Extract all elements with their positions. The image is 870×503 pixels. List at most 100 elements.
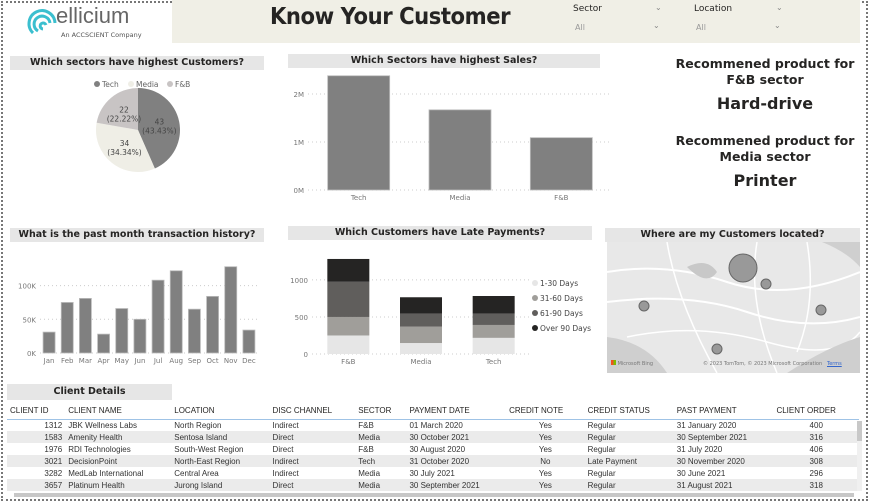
- stacked-bar-segment[interactable]: [400, 343, 442, 354]
- y-tick-label: 1000: [290, 277, 308, 285]
- column-header[interactable]: PAYMENT DATE: [406, 403, 507, 420]
- stacked-bar-segment[interactable]: [400, 297, 442, 314]
- column-header[interactable]: DISC CHANNEL: [269, 403, 356, 420]
- x-tick-label: Jun: [133, 357, 145, 365]
- table-cell: 30 August 2020: [409, 444, 466, 454]
- slice-label[interactable]: 22: [119, 105, 129, 114]
- table-title: Client Details: [7, 384, 172, 400]
- table-cell: Yes: [538, 420, 552, 430]
- stacked-bar-segment[interactable]: [472, 296, 515, 314]
- client-details-table: CLIENT ID CLIENT NAME LOCATION DISC CHANNEL…: [7, 403, 859, 491]
- stacked-bar-segment[interactable]: [472, 324, 515, 338]
- slice-label[interactable]: (43.43%): [142, 127, 177, 136]
- slice-label[interactable]: 34: [120, 139, 130, 148]
- table-cell: 30 July 2021: [409, 468, 455, 478]
- table-row[interactable]: 3657 Platinum Health Jurong Island Direct Me…: [7, 479, 859, 491]
- table-cell: 30 November 2020: [673, 455, 774, 467]
- column-header[interactable]: CLIENT ID: [7, 403, 66, 420]
- slice-label[interactable]: (22.22%): [107, 114, 142, 123]
- table-cell: 406: [809, 444, 823, 454]
- bar[interactable]: [115, 308, 129, 354]
- x-tick-label: Aug: [169, 357, 183, 365]
- table-row[interactable]: 1312 JBK Wellness Labs North Region Indirec…: [7, 419, 859, 431]
- column-header[interactable]: CLIENT NAME: [65, 403, 172, 420]
- table-row[interactable]: 1976 RDI Technologies South-West Region Dir…: [7, 443, 859, 455]
- stacked-bar-segment[interactable]: [327, 316, 370, 336]
- table-cell: Indirect: [272, 420, 299, 430]
- table-cell: Amenity Health: [65, 431, 172, 443]
- scrollbar-thumb[interactable]: [857, 421, 862, 441]
- map-bubble[interactable]: [638, 300, 650, 312]
- bar[interactable]: [42, 331, 56, 354]
- x-tick-label: Sep: [188, 357, 202, 365]
- column-header[interactable]: PAST PAYMENT: [673, 403, 774, 420]
- x-tick-label: Media: [410, 358, 431, 366]
- table-cell: Platinum Health: [65, 479, 172, 491]
- stacked-bar-segment[interactable]: [327, 335, 370, 354]
- table-cell: 30 June 2021: [676, 468, 726, 478]
- stacked-bar-segment[interactable]: [472, 337, 515, 354]
- bar[interactable]: [151, 279, 165, 354]
- horizontal-scrollbar[interactable]: [14, 493, 854, 497]
- table-row[interactable]: 3021 DecisionPoint North-East Region Indire…: [7, 455, 859, 467]
- stacked-bar-segment[interactable]: [327, 281, 370, 317]
- table-row[interactable]: 1583 Amenity Health Sentosa Island Direct Me…: [7, 431, 859, 443]
- legend-label: Media: [136, 80, 159, 89]
- x-tick-label: Tech: [485, 358, 502, 366]
- table-cell: Yes: [506, 479, 585, 491]
- bar[interactable]: [169, 270, 183, 354]
- table-cell: 316: [773, 431, 859, 443]
- bar[interactable]: [327, 75, 391, 191]
- map-bubble[interactable]: [728, 253, 758, 283]
- slice-label[interactable]: (34.34%): [107, 148, 142, 157]
- map-bubble[interactable]: [711, 343, 723, 355]
- slice-label[interactable]: 43: [155, 118, 165, 127]
- column-header[interactable]: LOCATION: [171, 403, 270, 420]
- stacked-bar-segment[interactable]: [400, 313, 442, 327]
- table-cell: South-West Region: [174, 444, 244, 454]
- table-cell: Jurong Island: [171, 479, 270, 491]
- bar[interactable]: [428, 109, 492, 191]
- bar[interactable]: [529, 137, 593, 191]
- table-row[interactable]: 3282 MedLab International Central Area Indi…: [7, 467, 859, 479]
- map-bubble[interactable]: [815, 304, 827, 316]
- column-header[interactable]: CLIENT ORDER: [773, 403, 859, 420]
- column-header[interactable]: SECTOR: [355, 403, 407, 420]
- table-cell: 31 October 2020: [406, 455, 507, 467]
- pie-slice[interactable]: [96, 88, 138, 130]
- map-terms-link[interactable]: Terms: [827, 361, 842, 367]
- y-tick-label: 0K: [27, 350, 36, 358]
- legend-label: F&B: [175, 80, 190, 89]
- stacked-bar-segment[interactable]: [400, 326, 442, 344]
- map-bubble[interactable]: [760, 278, 772, 290]
- column-header[interactable]: CREDIT NOTE: [506, 403, 585, 420]
- bar[interactable]: [188, 308, 201, 354]
- stacked-bar-segment[interactable]: [472, 313, 515, 325]
- legend-marker: [94, 81, 100, 87]
- vertical-scrollbar[interactable]: [857, 421, 862, 491]
- column-header[interactable]: CREDIT STATUS: [584, 403, 674, 420]
- table-cell: Direct: [269, 479, 356, 491]
- stacked-bar-segment[interactable]: [327, 258, 370, 282]
- bar[interactable]: [224, 266, 238, 354]
- table-cell: RDI Technologies: [68, 444, 131, 454]
- table-cell: Yes: [506, 431, 585, 443]
- bar[interactable]: [97, 333, 110, 354]
- bar[interactable]: [79, 297, 92, 354]
- table-cell: 308: [773, 455, 859, 467]
- bar[interactable]: [133, 318, 147, 354]
- table-cell: Direct: [272, 444, 294, 454]
- legend-label: Over 90 Days: [540, 324, 591, 333]
- bar[interactable]: [242, 329, 256, 354]
- bar[interactable]: [60, 302, 74, 354]
- x-tick-label: Media: [449, 194, 470, 202]
- bar[interactable]: [206, 295, 219, 354]
- map-view[interactable]: Microsoft Bing © 2023 TomTom, © 2023 Mic…: [607, 242, 860, 373]
- legend-marker: [532, 310, 538, 316]
- bing-logo: Microsoft Bing: [611, 360, 653, 367]
- table-cell: Regular: [584, 479, 674, 491]
- table-cell: F&B: [358, 444, 374, 454]
- table-cell: Central Area: [174, 468, 219, 478]
- table-cell: Yes: [538, 444, 552, 454]
- table-cell: 400: [809, 420, 823, 430]
